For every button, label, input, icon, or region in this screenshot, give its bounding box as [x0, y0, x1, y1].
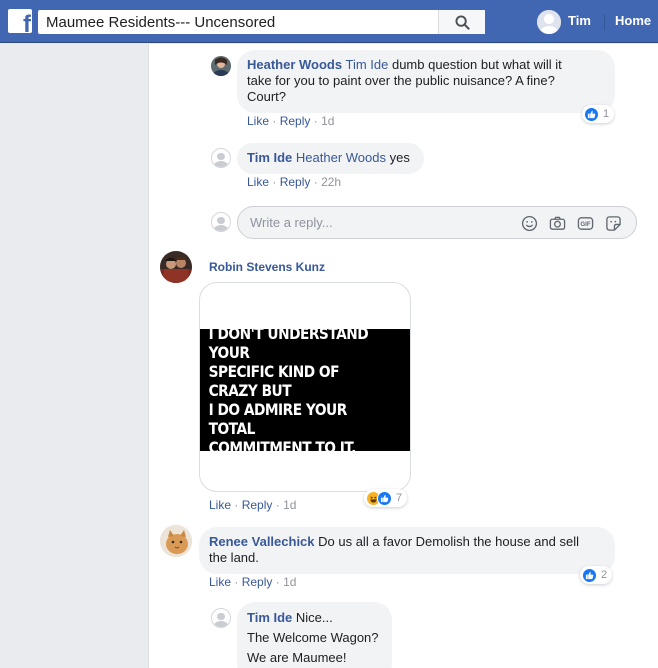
- like-link[interactable]: Like: [209, 575, 231, 589]
- reaction-summary[interactable]: 2: [580, 566, 613, 584]
- comment-actions: Like · Reply · 1d: [209, 498, 296, 512]
- search-icon: [454, 14, 470, 30]
- reply-composer: GIF: [237, 206, 637, 239]
- profile-photo-icon: [160, 525, 192, 557]
- commenter-avatar[interactable]: [160, 251, 192, 283]
- reaction-count: 2: [601, 569, 608, 581]
- timestamp[interactable]: 1d: [283, 498, 296, 512]
- timestamp[interactable]: 1d: [283, 575, 296, 589]
- comment-actions: Like · Reply · 1d: [247, 114, 334, 128]
- separator-dot: ·: [272, 175, 277, 189]
- svg-text:GIF: GIF: [580, 221, 590, 228]
- commenter-avatar[interactable]: [211, 56, 231, 76]
- comment-bubble: Tim Ide Heather Woods yes: [237, 143, 424, 174]
- top-bar: f Tim Home: [0, 0, 658, 43]
- profile-photo-icon: [211, 56, 231, 76]
- camera-icon[interactable]: [549, 215, 566, 232]
- comment-bubble: Renee Vallechick Do us all a favor Demol…: [199, 527, 615, 574]
- comment-actions: Like · Reply · 22h: [247, 175, 341, 189]
- comment-text: We are Maumee!: [247, 650, 347, 665]
- meme-line: COMMITMENT TO IT.: [208, 437, 357, 457]
- home-link[interactable]: Home: [615, 13, 651, 28]
- reply-link[interactable]: Reply: [280, 114, 311, 128]
- like-link[interactable]: Like: [247, 114, 269, 128]
- tagged-user-link[interactable]: Heather Woods: [296, 150, 386, 165]
- comment-author[interactable]: Robin Stevens Kunz: [209, 260, 325, 274]
- comment-actions: Like · Reply · 1d: [209, 575, 296, 589]
- meme-line: SPECIFIC KIND OF CRAZY BUT: [208, 361, 340, 400]
- comment-text: Nice...: [292, 610, 333, 625]
- reaction-count: 7: [396, 492, 403, 504]
- search-bar: [38, 10, 485, 34]
- profile-name-link[interactable]: Tim: [568, 13, 591, 28]
- like-reaction-icon: [377, 490, 392, 506]
- comment-text: Do us all a favor Demolish the house and…: [314, 534, 579, 549]
- profile-avatar[interactable]: [537, 10, 561, 34]
- meme-caption: I DON'T UNDERSTAND YOUR SPECIFIC KIND OF…: [200, 324, 381, 457]
- like-reaction-icon: [584, 106, 599, 122]
- comment-bubble: Tim Ide Nice... The Welcome Wagon? We ar…: [237, 602, 392, 668]
- comment-bubble: Heather Woods Tim Ide dumb question but …: [237, 50, 615, 113]
- commenter-avatar[interactable]: [211, 148, 231, 168]
- tagged-user-link[interactable]: Tim Ide: [346, 57, 389, 72]
- separator-dot: ·: [234, 498, 239, 512]
- search-input[interactable]: [38, 10, 438, 34]
- comment-author[interactable]: Heather Woods: [247, 57, 342, 72]
- reply-link[interactable]: Reply: [242, 498, 273, 512]
- comment-author[interactable]: Renee Vallechick: [209, 534, 315, 549]
- reaction-summary[interactable]: 7: [364, 489, 408, 507]
- separator-dot: ·: [275, 575, 280, 589]
- comment-text: The Welcome Wagon?: [247, 630, 379, 645]
- top-bar-divider: [604, 14, 605, 30]
- current-user-avatar: [211, 212, 231, 232]
- comment-text: dumb question but what will it: [388, 57, 562, 72]
- comment-author[interactable]: Tim Ide: [247, 610, 292, 625]
- meme-line: I DON'T UNDERSTAND YOUR: [208, 323, 369, 362]
- reaction-count: 1: [603, 108, 610, 120]
- reply-link[interactable]: Reply: [280, 175, 311, 189]
- comment-text: yes: [386, 150, 410, 165]
- commenter-avatar[interactable]: [211, 608, 231, 628]
- comment-text: Court?: [247, 89, 287, 104]
- sticker-icon[interactable]: [605, 215, 622, 232]
- like-link[interactable]: Like: [247, 175, 269, 189]
- meme-image[interactable]: I DON'T UNDERSTAND YOUR SPECIFIC KIND OF…: [200, 324, 410, 457]
- profile-photo-icon: [160, 251, 192, 283]
- separator-dot: ·: [272, 114, 277, 128]
- timestamp[interactable]: 22h: [321, 175, 341, 189]
- reply-link[interactable]: Reply: [242, 575, 273, 589]
- comment-text: take for you to paint over the public nu…: [247, 73, 555, 88]
- commenter-avatar[interactable]: [160, 525, 192, 557]
- separator-dot: ·: [313, 114, 318, 128]
- reply-input[interactable]: [250, 215, 510, 230]
- default-avatar-icon: [537, 10, 561, 34]
- like-reaction-icon: [582, 567, 597, 583]
- emoji-icon[interactable]: [521, 215, 538, 232]
- separator-dot: ·: [234, 575, 239, 589]
- separator-dot: ·: [275, 498, 280, 512]
- comment-author[interactable]: Tim Ide: [247, 150, 292, 165]
- comment-image-attachment[interactable]: I DON'T UNDERSTAND YOUR SPECIFIC KIND OF…: [199, 282, 411, 492]
- search-button[interactable]: [438, 10, 485, 34]
- comment-text: the land.: [209, 550, 259, 565]
- gif-icon[interactable]: GIF: [577, 215, 594, 232]
- timestamp[interactable]: 1d: [321, 114, 334, 128]
- facebook-logo-icon[interactable]: f: [8, 9, 32, 33]
- meme-line: I DO ADMIRE YOUR TOTAL: [208, 399, 348, 438]
- like-link[interactable]: Like: [209, 498, 231, 512]
- reaction-summary[interactable]: 1: [582, 105, 615, 123]
- separator-dot: ·: [313, 175, 318, 189]
